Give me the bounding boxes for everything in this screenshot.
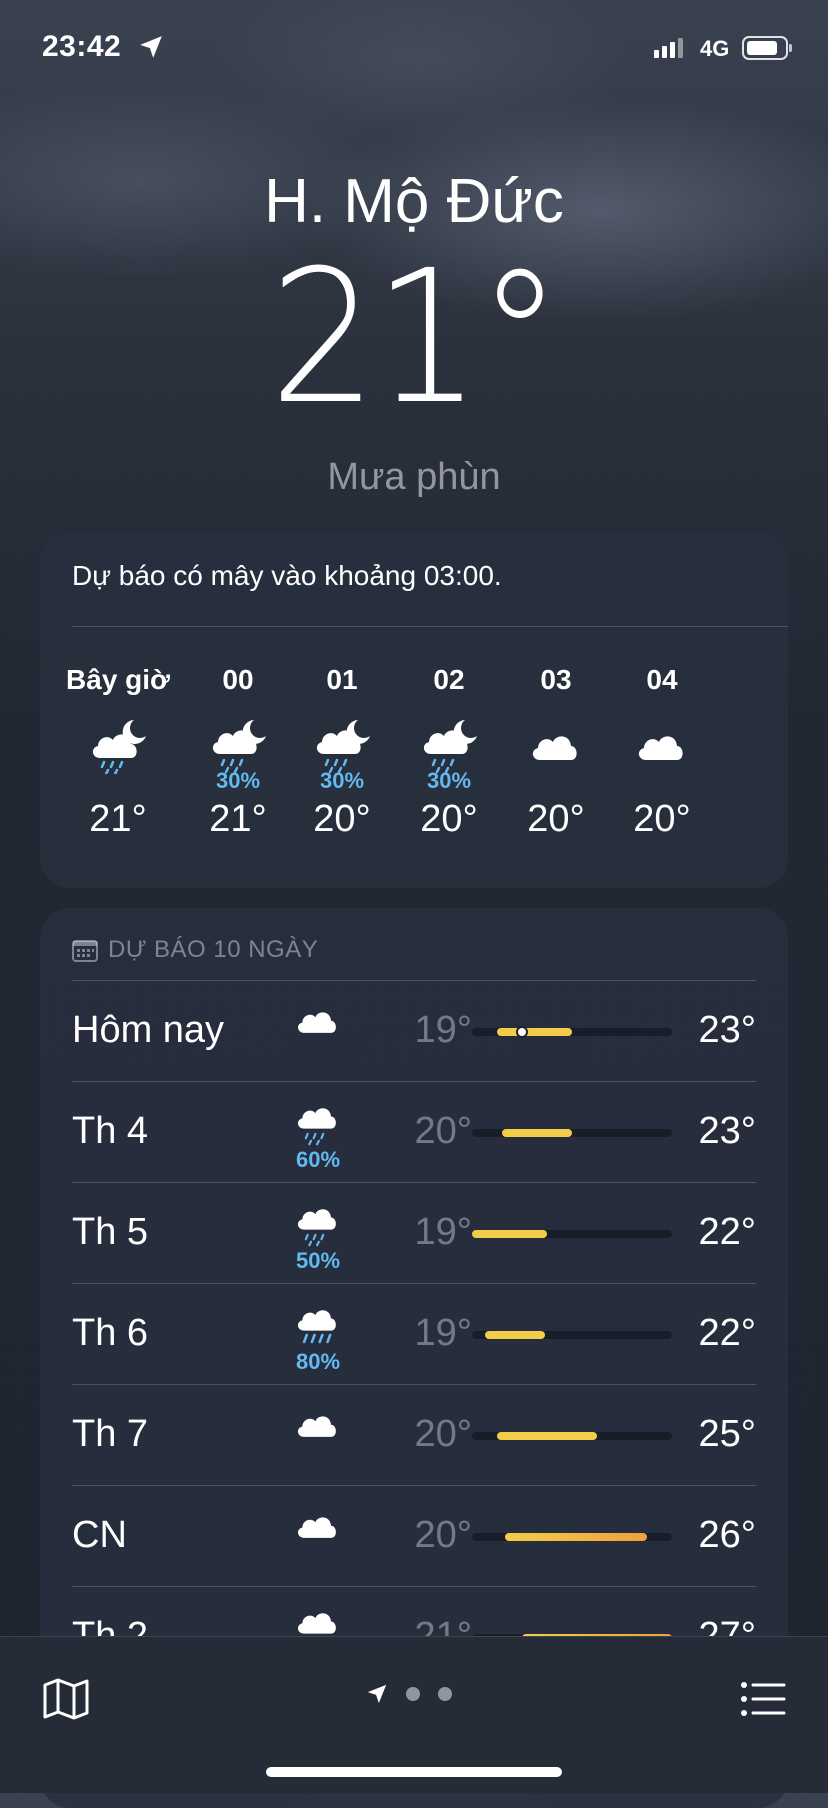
- high-temperature: 25°: [698, 1413, 756, 1455]
- low-temperature: 19°: [414, 1312, 472, 1354]
- network-type: 4G: [700, 36, 730, 61]
- temperature-range-bar: [472, 1026, 672, 1038]
- page-dot[interactable]: [438, 1687, 452, 1701]
- day-name: Th 5: [72, 1211, 149, 1253]
- cellular-signal-icon: [654, 38, 683, 58]
- moon-cloud-rain-icon: [394, 714, 504, 776]
- precipitation-chance: 30%: [319, 768, 365, 793]
- hour-temperature: 20°: [313, 798, 371, 840]
- page-dot[interactable]: [406, 1687, 420, 1701]
- list-icon[interactable]: [740, 1681, 786, 1717]
- temperature-range-fill: [497, 1432, 597, 1440]
- hour-temperature: 20°: [527, 798, 585, 840]
- temperature-range-fill: [497, 1028, 572, 1036]
- hourly-item: 02 30% 20°: [394, 662, 504, 841]
- temperature-range-fill: [502, 1129, 572, 1137]
- current-temp-marker: [516, 1026, 528, 1038]
- high-temperature: 23°: [698, 1009, 756, 1051]
- hourly-item: 00 30% 21°: [183, 662, 293, 841]
- day-name: Hôm nay: [72, 1009, 225, 1051]
- status-time: 23:42: [42, 30, 122, 63]
- calendar-icon: [72, 940, 98, 962]
- daily-row[interactable]: Hôm nay 19° 23°: [72, 981, 756, 1082]
- temperature-range-bar: [472, 1129, 672, 1137]
- battery-icon: [742, 36, 792, 60]
- daily-row[interactable]: Th 6 80% 19° 22°: [72, 1284, 756, 1385]
- temperature-range-bar: [472, 1432, 672, 1440]
- temperature-range-fill: [504, 1533, 647, 1541]
- cloud-icon: [607, 714, 717, 776]
- daily-row[interactable]: Th 4 60% 20° 23°: [72, 1082, 756, 1183]
- hourly-summary: Dự báo có mây vào khoảng 03:00.: [72, 560, 502, 591]
- low-temperature: 20°: [414, 1413, 472, 1455]
- current-condition: Mưa phùn: [327, 456, 501, 498]
- daily-row[interactable]: Th 7 20° 25°: [72, 1385, 756, 1486]
- precipitation-chance: 30%: [215, 768, 261, 793]
- high-temperature: 22°: [698, 1211, 756, 1253]
- current-temperature: 21°: [269, 231, 562, 445]
- precipitation-chance: 30%: [426, 768, 472, 793]
- daily-forecast-header: DỰ BÁO 10 NGÀY: [72, 936, 318, 964]
- page-indicator[interactable]: [366, 1683, 452, 1705]
- hourly-item: Bây giờ 21°: [63, 662, 173, 841]
- day-name: Th 7: [72, 1413, 149, 1455]
- hour-label: 01: [326, 664, 358, 695]
- city-name: H. Mộ Đức: [264, 167, 564, 236]
- day-name: Th 4: [72, 1110, 149, 1152]
- moon-cloud-rain-icon: [183, 714, 293, 776]
- day-name: Th 6: [72, 1312, 149, 1354]
- low-temperature: 19°: [414, 1211, 472, 1253]
- hour-label: 02: [433, 664, 465, 695]
- divider: [72, 626, 788, 627]
- hour-label: 03: [540, 664, 572, 695]
- low-temperature: 20°: [414, 1514, 472, 1556]
- day-name: CN: [72, 1514, 127, 1556]
- current-location-page-icon[interactable]: [366, 1683, 388, 1705]
- moon-cloud-rain-icon: [287, 714, 397, 776]
- moon-cloud-drizzle-icon: [63, 714, 173, 776]
- cloud-icon: [501, 714, 611, 776]
- hour-label: 00: [222, 664, 254, 695]
- hourly-item: 03 20°: [501, 662, 611, 841]
- temperature-range-bar: [472, 1230, 672, 1238]
- temperature-range-bar: [472, 1331, 672, 1339]
- high-temperature: 23°: [698, 1110, 756, 1152]
- hourly-item: 04 20°: [607, 662, 717, 841]
- temperature-range-fill: [484, 1331, 545, 1339]
- hour-label: 04: [646, 664, 678, 695]
- hourly-item: 01 30% 20°: [287, 662, 397, 841]
- bottom-toolbar: [0, 1636, 828, 1793]
- daily-row[interactable]: Th 5 50% 19° 22°: [72, 1183, 756, 1284]
- hour-temperature: 21°: [209, 798, 267, 840]
- location-arrow-icon: [140, 36, 162, 58]
- hour-temperature: 21°: [89, 798, 147, 840]
- hour-label: Bây giờ: [66, 664, 170, 695]
- low-temperature: 20°: [414, 1110, 472, 1152]
- temperature-range-bar: [472, 1533, 672, 1541]
- hourly-forecast-card[interactable]: Dự báo có mây vào khoảng 03:00. Bây giờ 2…: [40, 532, 788, 888]
- home-indicator[interactable]: [266, 1767, 562, 1777]
- low-temperature: 19°: [414, 1009, 472, 1051]
- daily-forecast-title: DỰ BÁO 10 NGÀY: [108, 936, 319, 963]
- daily-row[interactable]: CN 20° 26°: [72, 1486, 756, 1587]
- hour-temperature: 20°: [633, 798, 691, 840]
- hour-temperature: 20°: [420, 798, 478, 840]
- high-temperature: 22°: [698, 1312, 756, 1354]
- high-temperature: 26°: [698, 1514, 756, 1556]
- map-icon[interactable]: [42, 1677, 90, 1721]
- temperature-range-fill: [472, 1230, 547, 1238]
